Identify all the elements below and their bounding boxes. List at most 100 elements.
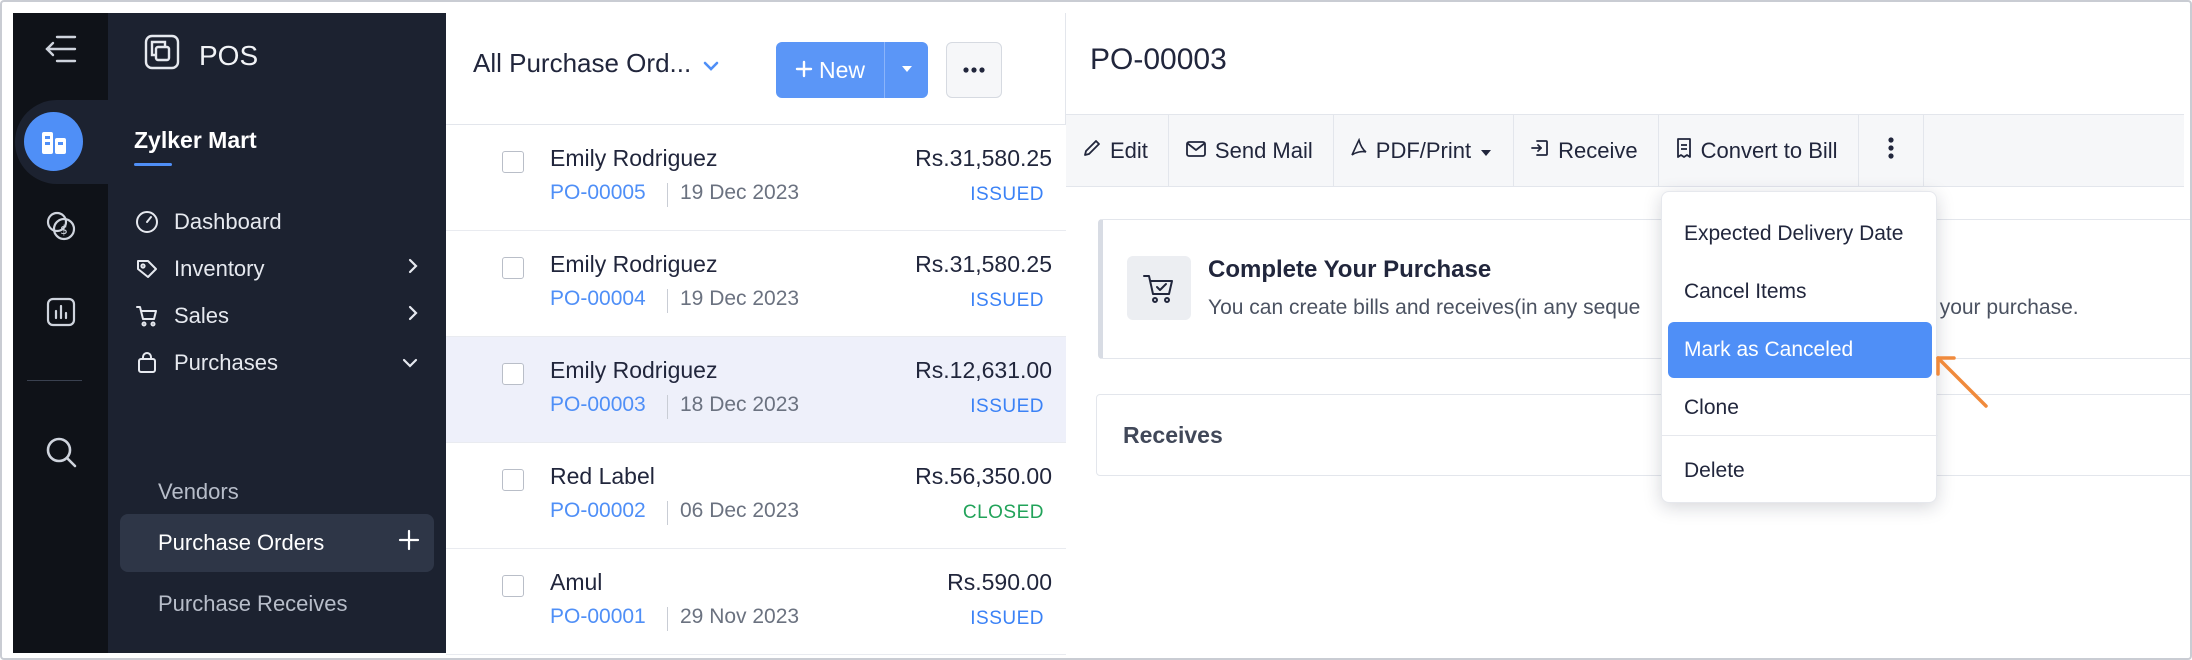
vendor-name: Amul [550,569,603,595]
divider [667,183,668,207]
menu-item-expected-delivery-date[interactable]: Expected Delivery Date [1668,206,1932,262]
send-mail-label: Send Mail [1214,137,1313,163]
new-button-group: New [776,42,928,98]
po-amount: Rs.12,631.00 [915,357,1052,383]
row-checkbox[interactable] [502,575,524,597]
receives-section[interactable]: Receives [1096,394,2190,476]
caret-down-icon [900,61,914,79]
list-header: All Purchase Ord... New [446,13,1066,125]
vendor-name: Emily Rodriguez [550,145,718,171]
list-item[interactable]: Emily Rodriguez PO-00005 19 Dec 2023 Rs.… [446,125,1066,231]
status-badge: ISSUED [970,184,1044,205]
app-brand[interactable]: POS [143,33,258,78]
row-checkbox[interactable] [502,257,524,279]
card-description-text: You can create bills and receives(in any… [1208,296,1641,319]
nav-purchase-receives[interactable]: Purchase Receives [120,575,434,633]
convert-to-bill-button[interactable]: Convert to Bill [1659,115,1859,186]
svg-text:$: $ [60,223,68,237]
collapse-menu-icon[interactable] [13,25,108,73]
vendor-name: Emily Rodriguez [550,357,718,383]
receive-icon [1530,138,1550,164]
new-dropdown-button[interactable] [884,42,928,98]
sidebar: POS Zylker Mart Dashboard Inventory Sale… [108,13,446,653]
nav-purchase-orders-label: Purchase Orders [158,530,325,555]
receive-button[interactable]: Receive [1514,115,1659,186]
purchase-order-detail: PO-00003 Edit Send Mail PDF/Print Receiv… [1066,13,2190,653]
po-amount: Rs.590.00 [947,569,1052,595]
annotation-arrow-icon [1932,352,1994,419]
menu-item-clone[interactable]: Clone [1668,380,1932,436]
menu-item-cancel-items[interactable]: Cancel Items [1668,264,1932,320]
edit-button[interactable]: Edit [1066,115,1169,186]
po-number: PO-00003 [550,393,646,416]
organization-icon[interactable] [24,112,83,171]
row-checkbox[interactable] [502,469,524,491]
po-number: PO-00004 [550,287,646,310]
status-badge: ISSUED [970,608,1044,629]
search-icon[interactable] [13,424,108,480]
po-amount: Rs.31,580.25 [915,145,1052,171]
list-item[interactable]: Emily Rodriguez PO-00004 19 Dec 2023 Rs.… [446,231,1066,337]
status-badge: CLOSED [962,502,1044,523]
pdf-print-label: PDF/Print [1375,137,1472,163]
card-title: Complete Your Purchase [1208,256,1492,283]
po-date: 19 Dec 2023 [680,181,800,204]
app-window: $ POS Zylker Mart Dashboard Inventory Sa… [0,0,2192,660]
row-checkbox[interactable] [502,363,524,385]
organization-name[interactable]: Zylker Mart [134,127,257,154]
coins-icon[interactable]: $ [13,198,108,254]
po-amount: Rs.31,580.25 [915,251,1052,277]
status-badge: ISSUED [970,396,1044,417]
nav-purchase-orders[interactable]: Purchase Orders [120,514,434,572]
list-item[interactable]: Amul PO-00001 29 Nov 2023 Rs.590.00 ISSU… [446,549,1066,655]
pencil-icon [1082,138,1102,164]
send-mail-button[interactable]: Send Mail [1169,115,1334,186]
nav-vendors[interactable]: Vendors [120,463,434,521]
chevron-right-icon [406,303,420,329]
reports-icon[interactable] [13,284,108,340]
app-name: POS [199,39,259,71]
menu-item-delete[interactable]: Delete [1668,443,1932,499]
cart-check-icon [1127,256,1191,320]
nav-inventory-label: Inventory [174,256,265,281]
list-view-selector[interactable]: All Purchase Ord... [473,48,719,79]
new-button[interactable]: New [776,42,884,98]
receive-label: Receive [1558,137,1638,163]
po-number: PO-00001 [550,605,646,628]
card-description: You can create bills and receives(in any… [1208,296,2079,320]
status-badge: ISSUED [970,290,1044,311]
more-vertical-icon [1887,136,1895,166]
complete-purchase-card: Complete Your Purchase You can create bi… [1098,219,2190,359]
add-purchase-order-icon[interactable] [398,529,420,557]
list-item-selected[interactable]: Emily Rodriguez PO-00003 18 Dec 2023 Rs.… [446,337,1066,443]
po-date: 19 Dec 2023 [680,287,800,310]
cart-icon [134,303,160,329]
nav-sales-label: Sales [174,303,230,328]
po-amount: Rs.56,350.00 [915,463,1052,489]
menu-divider [1662,435,1938,436]
plus-icon [795,57,813,84]
po-date: 29 Nov 2023 [680,605,800,628]
divider [667,289,668,313]
po-date: 06 Dec 2023 [680,499,800,522]
more-horizontal-icon [962,61,986,79]
pdf-print-button[interactable]: PDF/Print [1334,115,1515,186]
list-view-title: All Purchase Ord... [473,48,692,78]
divider [667,607,668,631]
detail-toolbar: Edit Send Mail PDF/Print Receive Convert… [1066,114,2184,187]
more-options-button[interactable] [946,42,1002,98]
divider [667,395,668,419]
menu-item-mark-as-canceled[interactable]: Mark as Canceled [1668,322,1932,378]
chevron-down-icon [400,350,420,376]
pdf-icon [1350,137,1368,164]
nav-purchases[interactable]: Purchases [120,335,434,391]
pos-logo-icon [143,33,181,78]
divider [667,501,668,525]
row-checkbox[interactable] [502,151,524,173]
bag-icon [134,350,160,376]
dashboard-icon [134,209,160,235]
list-item[interactable]: Red Label PO-00002 06 Dec 2023 Rs.56,350… [446,443,1066,549]
nav-dashboard-label: Dashboard [174,209,282,234]
organization-underline [134,163,172,166]
more-actions-button[interactable] [1859,115,1924,186]
